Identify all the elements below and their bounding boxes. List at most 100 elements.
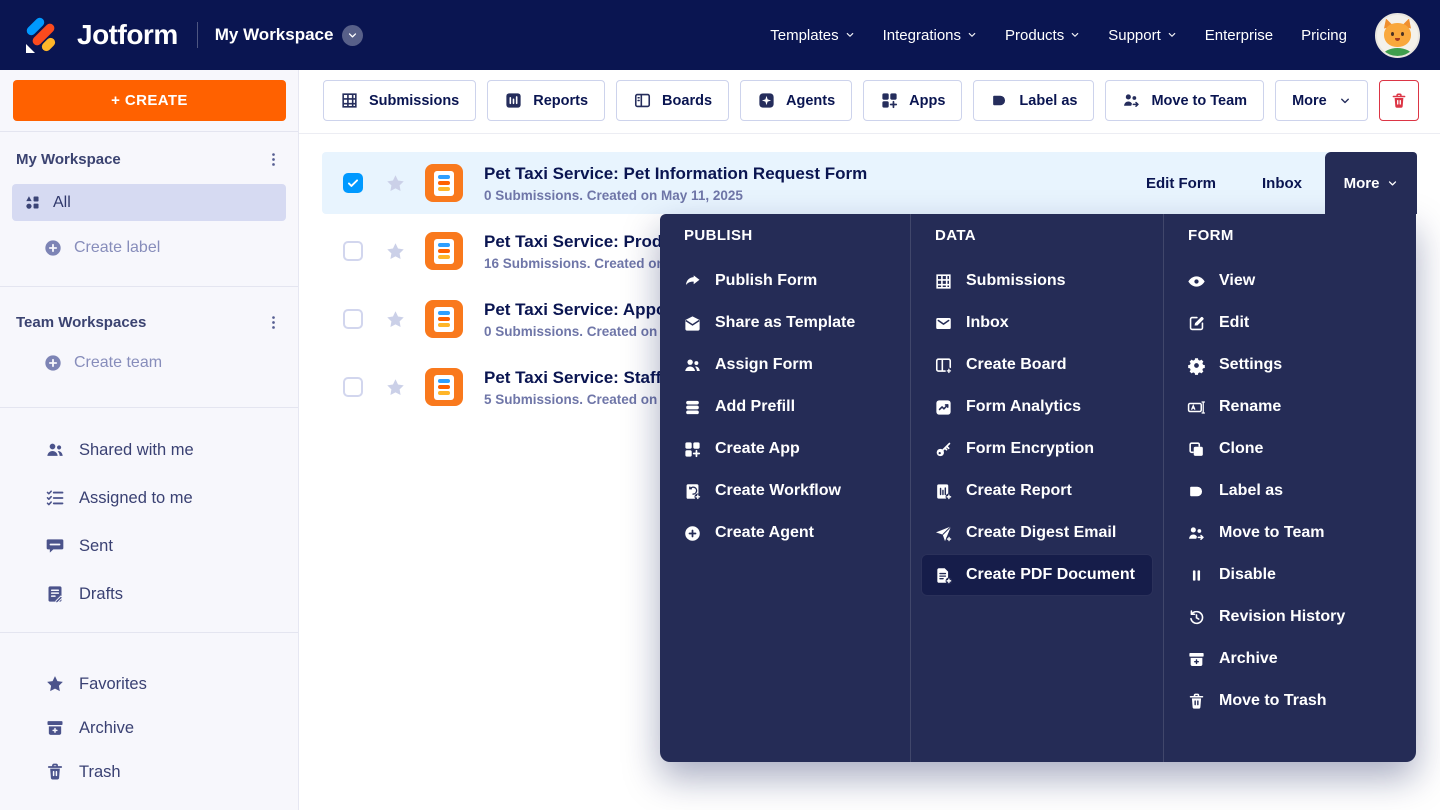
edit-form-button[interactable]: Edit Form <box>1146 175 1216 192</box>
form-icon <box>425 300 463 338</box>
history-clock-icon <box>1187 608 1206 627</box>
inbox-envelope-icon <box>934 314 953 333</box>
menu-item-revision-history[interactable]: Revision History <box>1174 596 1406 638</box>
nav-integrations[interactable]: Integrations <box>883 27 977 44</box>
boards-icon <box>633 91 652 110</box>
sidebar-divider <box>0 407 298 408</box>
menu-item-rename[interactable]: Rename <box>1174 386 1406 428</box>
sidebar-item-archive[interactable]: Archive <box>0 706 298 750</box>
menu-item-publish-form[interactable]: Publish Form <box>670 260 900 302</box>
workspace-switcher[interactable]: My Workspace <box>215 24 364 46</box>
sidebar-item-trash[interactable]: Trash <box>0 750 298 794</box>
menu-item-share-as-template[interactable]: Share as Template <box>670 302 900 344</box>
menu-item-create-agent[interactable]: Create Agent <box>670 512 900 554</box>
favorite-star-icon[interactable] <box>385 377 406 398</box>
menu-item-add-prefill[interactable]: Add Prefill <box>670 386 900 428</box>
kebab-menu-icon[interactable] <box>265 314 282 331</box>
apps-icon <box>683 440 702 459</box>
toolbar-more-button[interactable]: More <box>1275 80 1368 121</box>
move-to-team-button[interactable]: Move to Team <box>1105 80 1265 121</box>
submissions-button[interactable]: Submissions <box>323 80 477 121</box>
report-plus-icon <box>934 482 953 501</box>
submissions-grid-icon <box>934 272 953 291</box>
menu-item-form-encryption[interactable]: Form Encryption <box>921 428 1153 470</box>
form-title[interactable]: Pet Taxi Service: Pet Information Reques… <box>484 164 867 184</box>
sidebar-item-assigned-to-me[interactable]: Assigned to me <box>0 474 298 522</box>
menu-item-create-workflow[interactable]: Create Workflow <box>670 470 900 512</box>
kebab-menu-icon[interactable] <box>265 151 282 168</box>
inbox-button[interactable]: Inbox <box>1262 175 1302 192</box>
sidebar-bottom-group: Favorites Archive Trash <box>0 662 298 794</box>
assign-people-icon <box>683 356 702 375</box>
sidebar-item-favorites[interactable]: Favorites <box>0 662 298 706</box>
create-button[interactable]: + CREATE <box>13 80 286 121</box>
menu-item-form-analytics[interactable]: Form Analytics <box>921 386 1153 428</box>
sidebar-divider <box>0 131 298 132</box>
create-team-button[interactable]: Create team <box>0 349 298 377</box>
menu-item-create-pdf-document[interactable]: Create PDF Document <box>921 554 1153 596</box>
label-as-button[interactable]: Label as <box>973 80 1095 121</box>
menu-item-create-board[interactable]: Create Board <box>921 344 1153 386</box>
sidebar-item-all[interactable]: All <box>12 184 286 221</box>
menu-item-assign-form[interactable]: Assign Form <box>670 344 900 386</box>
nav-templates[interactable]: Templates <box>770 27 854 44</box>
form-title[interactable]: Pet Taxi Service: Appo <box>484 300 669 320</box>
agents-button[interactable]: Agents <box>740 80 853 121</box>
top-navbar: Jotform My Workspace Templates Integrati… <box>0 0 1440 70</box>
nav-support[interactable]: Support <box>1108 27 1177 44</box>
user-avatar[interactable] <box>1375 12 1420 58</box>
nav-pricing[interactable]: Pricing <box>1301 27 1347 44</box>
trash-icon <box>45 762 65 782</box>
create-label-button[interactable]: Create label <box>0 234 298 262</box>
favorite-star-icon[interactable] <box>385 173 406 194</box>
menu-item-view[interactable]: View <box>1174 260 1406 302</box>
key-icon <box>934 440 953 459</box>
favorite-star-icon[interactable] <box>385 309 406 330</box>
row-checkbox-checked[interactable] <box>343 173 363 193</box>
menu-item-move-to-trash[interactable]: Move to Trash <box>1174 680 1406 722</box>
publish-share-icon <box>683 272 702 291</box>
sidebar-item-drafts[interactable]: Drafts <box>0 570 298 618</box>
form-row[interactable]: Pet Taxi Service: Pet Information Reques… <box>322 152 1417 214</box>
menu-column-form: FORM View Edit Settings Rename Clone Lab… <box>1163 214 1416 762</box>
workspace-chevron-down-icon[interactable] <box>342 24 364 46</box>
row-checkbox[interactable] <box>343 377 363 397</box>
bulk-actions-toolbar: Submissions Reports Boards Agents Apps L… <box>299 70 1440 134</box>
trash-icon <box>1390 92 1408 110</box>
brand[interactable]: Jotform <box>24 15 178 55</box>
menu-item-create-report[interactable]: Create Report <box>921 470 1153 512</box>
more-dropdown-menu: PUBLISH Publish Form Share as Template A… <box>660 214 1416 762</box>
submissions-grid-icon <box>340 91 359 110</box>
favorite-star-icon[interactable] <box>385 241 406 262</box>
board-plus-icon <box>934 356 953 375</box>
form-title[interactable]: Pet Taxi Service: Produ <box>484 232 673 252</box>
people-icon <box>45 440 65 460</box>
form-meta: 0 Submissions. Created on May 11, 2025 <box>484 187 743 203</box>
menu-item-inbox[interactable]: Inbox <box>921 302 1153 344</box>
menu-item-settings[interactable]: Settings <box>1174 344 1406 386</box>
analytics-icon <box>934 398 953 417</box>
menu-item-clone[interactable]: Clone <box>1174 428 1406 470</box>
apps-button[interactable]: Apps <box>863 80 963 121</box>
chevron-down-icon <box>1387 178 1398 189</box>
row-more-button[interactable]: More <box>1325 152 1417 214</box>
row-checkbox[interactable] <box>343 241 363 261</box>
menu-item-move-to-team[interactable]: Move to Team <box>1174 512 1406 554</box>
form-title[interactable]: Pet Taxi Service: Staff <box>484 368 669 388</box>
delete-selected-button[interactable] <box>1378 80 1419 121</box>
nav-enterprise[interactable]: Enterprise <box>1205 27 1273 44</box>
menu-column-publish: PUBLISH Publish Form Share as Template A… <box>660 214 910 762</box>
sidebar-item-shared-with-me[interactable]: Shared with me <box>0 426 298 474</box>
menu-item-edit[interactable]: Edit <box>1174 302 1406 344</box>
menu-item-archive[interactable]: Archive <box>1174 638 1406 680</box>
nav-products[interactable]: Products <box>1005 27 1080 44</box>
menu-item-label-as[interactable]: Label as <box>1174 470 1406 512</box>
menu-item-submissions[interactable]: Submissions <box>921 260 1153 302</box>
menu-item-disable[interactable]: Disable <box>1174 554 1406 596</box>
row-checkbox[interactable] <box>343 309 363 329</box>
menu-item-create-digest-email[interactable]: Create Digest Email <box>921 512 1153 554</box>
sidebar-item-sent[interactable]: Sent <box>0 522 298 570</box>
reports-button[interactable]: Reports <box>487 80 606 121</box>
menu-item-create-app[interactable]: Create App <box>670 428 900 470</box>
boards-button[interactable]: Boards <box>616 80 730 121</box>
